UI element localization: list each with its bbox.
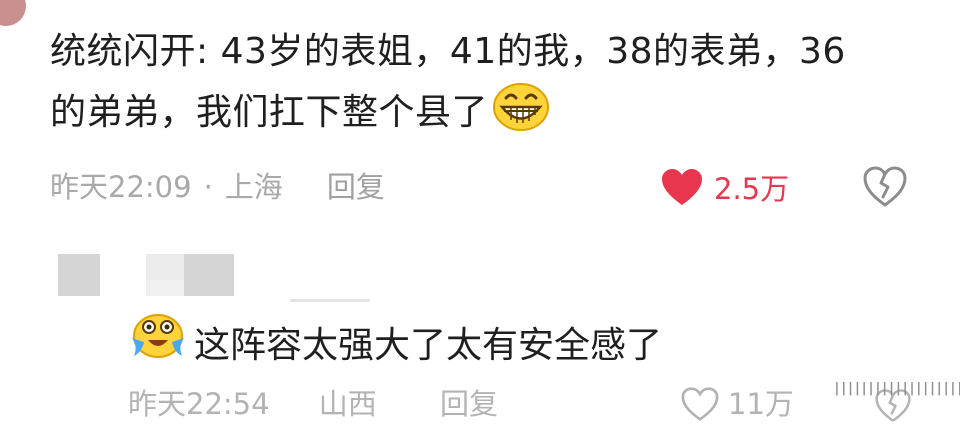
comment-time: 昨天22:09 xyxy=(50,170,192,204)
dislike-button[interactable] xyxy=(862,165,908,209)
broken-heart-icon xyxy=(863,166,907,207)
grinning-face-emoji-icon xyxy=(492,82,550,151)
censor-block xyxy=(146,254,184,280)
like-button[interactable]: 2.5万 xyxy=(660,160,789,214)
comment-meta: 昨天22:09 · 上海 回复 xyxy=(50,160,385,214)
reply-like-button[interactable]: 11万 xyxy=(680,384,794,424)
laughing-crying-emoji-icon xyxy=(130,312,186,379)
comment-location: 上海 xyxy=(224,170,283,204)
comment-text-line2: 的弟弟，我们扛下整个县了 xyxy=(50,92,489,133)
reply-text-content: 这阵容太强大了太有安全感了 xyxy=(194,324,663,366)
censor-block xyxy=(58,254,100,296)
reply-location: 山西 xyxy=(318,387,377,421)
comment-text: 统统闪开: 43岁的表姐，41的我，38的表弟，36 的弟弟，我们扛下整个县了 xyxy=(50,22,930,151)
reply-text: 这阵容太强大了太有安全感了 xyxy=(130,312,930,379)
comment-meta-row: 昨天22:09 · 上海 回复 2.5万 xyxy=(50,160,920,214)
avatar[interactable] xyxy=(0,0,26,26)
reply-time: 昨天22:54 xyxy=(128,387,270,421)
heart-outline-icon xyxy=(681,387,719,421)
censor-block xyxy=(184,254,234,296)
like-count: 2.5万 xyxy=(714,172,790,206)
reply-button[interactable]: 回复 xyxy=(327,170,385,204)
reply-meta-row: 昨天22:54 山西 回复 11万 xyxy=(128,384,920,424)
censor-block xyxy=(146,280,184,296)
reply-like-count: 11万 xyxy=(728,387,794,421)
divider xyxy=(290,299,370,302)
reply-author-censored xyxy=(58,254,248,296)
reply-reply-button[interactable]: 回复 xyxy=(440,384,498,424)
comment-text-line1: 统统闪开: 43岁的表姐，41的我，38的表弟，36 xyxy=(50,31,846,72)
heart-icon xyxy=(662,169,702,205)
meta-dot: · xyxy=(203,170,213,204)
watermark: ||||||||||||||||||| xyxy=(833,381,960,396)
